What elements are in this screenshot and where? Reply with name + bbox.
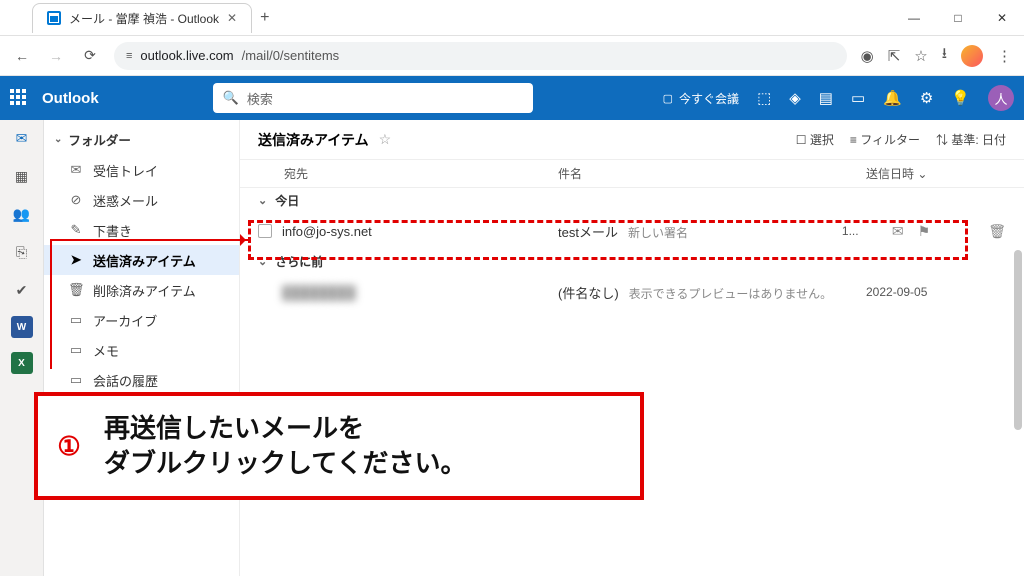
profile-avatar[interactable] — [961, 45, 983, 67]
callout-text: 再送信したいメールを ダブルクリックしてください。 — [104, 411, 466, 481]
site-settings-icon[interactable]: ≡ — [126, 50, 132, 62]
row-preview: 表示できるプレビューはありません。 — [629, 285, 832, 302]
outlook-favicon — [47, 11, 61, 25]
left-rail: ✉ ▦ 👥 ⎘ ✔ W X — [0, 120, 44, 576]
folder-icon: ▭ — [68, 372, 84, 388]
rail-word-icon[interactable]: W — [11, 316, 33, 338]
junk-icon: ⊘ — [68, 192, 84, 208]
download-icon[interactable]: ⭳ — [942, 43, 947, 68]
row-preview: 新しい署名 — [628, 224, 688, 241]
row-checkbox[interactable] — [258, 224, 272, 238]
app-launcher-icon[interactable] — [10, 89, 28, 107]
chat-icon[interactable]: ▭ — [851, 89, 865, 107]
eye-icon[interactable]: ◉ — [861, 47, 874, 65]
row-date: 2022-09-05 — [866, 285, 1006, 299]
notifications-icon[interactable]: 🔔 — [883, 89, 902, 107]
search-placeholder: 検索 — [247, 89, 273, 108]
select-toggle[interactable]: ☐ 選択 — [796, 131, 834, 148]
rail-files-icon[interactable]: ⎘ — [10, 240, 34, 264]
instruction-callout: ① 再送信したいメールを ダブルクリックしてください。 — [34, 392, 644, 500]
inbox-icon: ✉ — [68, 162, 84, 178]
tab-title: メール - 當摩 禎浩 - Outlook — [69, 10, 219, 27]
search-input[interactable]: 🔍 検索 — [213, 83, 533, 113]
nav-reload[interactable]: ⟳ — [80, 47, 100, 64]
rail-calendar-icon[interactable]: ▦ — [10, 164, 34, 188]
row-subject: (件名なし) — [558, 283, 619, 302]
annotation-arrow — [50, 239, 250, 241]
group-today[interactable]: 今日 — [240, 188, 1024, 213]
group-older[interactable]: さらに前 — [240, 249, 1024, 274]
meet-now-button[interactable]: 今すぐ会議 — [663, 90, 739, 107]
row-to: info@jo-sys.net — [282, 224, 558, 239]
filter-button[interactable]: ≡ フィルター — [850, 131, 920, 148]
url-host: outlook.live.com — [140, 48, 233, 63]
sidebar-item-inbox[interactable]: ✉受信トレイ — [44, 155, 239, 185]
premium-icon[interactable]: ◈ — [789, 89, 801, 107]
sort-button[interactable]: ⇅ 基準: 日付 — [936, 131, 1006, 148]
sent-icon: ➤ — [68, 252, 84, 268]
column-to[interactable]: 宛先 — [258, 165, 558, 182]
sidebar-item-notes[interactable]: ▭メモ — [44, 335, 239, 365]
message-row[interactable]: info@jo-sys.net testメール新しい署名 1... ✉ ⚑ 🗑 — [240, 213, 1024, 249]
settings-gear-icon[interactable]: ⚙ — [920, 89, 933, 107]
rail-excel-icon[interactable]: X — [11, 352, 33, 374]
window-close[interactable]: ✕ — [980, 0, 1024, 36]
rail-people-icon[interactable]: 👥 — [10, 202, 34, 226]
rail-mail-icon[interactable]: ✉ — [10, 126, 34, 150]
folders-label: フォルダー — [68, 130, 131, 149]
flag-icon[interactable]: ⚑ — [918, 223, 931, 240]
tab-close-icon[interactable]: ✕ — [227, 11, 237, 25]
favorite-star-icon[interactable]: ☆ — [379, 131, 392, 148]
scrollbar-thumb[interactable] — [1014, 250, 1022, 430]
kebab-menu-icon[interactable]: ⋮ — [997, 47, 1012, 65]
tips-icon[interactable]: 💡 — [951, 89, 970, 107]
window-maximize[interactable]: □ — [936, 0, 980, 36]
nav-back[interactable]: ← — [12, 48, 32, 64]
folder-sidebar: ⌄ フォルダー ✉受信トレイ ⊘迷惑メール ✎下書き ➤送信済みアイテム 🗑削除… — [44, 120, 240, 576]
drafts-icon: ✎ — [68, 222, 84, 238]
callout-step-number: ① — [48, 425, 90, 467]
address-bar[interactable]: ≡ outlook.live.com/mail/0/sentitems — [114, 42, 847, 70]
brand-label: Outlook — [42, 90, 99, 107]
sidebar-item-conversation-history[interactable]: ▭会話の履歴 — [44, 365, 239, 395]
delete-icon[interactable]: 🗑 — [988, 223, 1006, 240]
mark-read-icon[interactable]: ✉ — [892, 223, 904, 240]
list-title: 送信済みアイテム — [258, 130, 369, 150]
search-icon: 🔍 — [223, 90, 239, 106]
url-path: /mail/0/sentitems — [242, 48, 340, 63]
row-subject: testメール — [558, 222, 618, 241]
sidebar-item-archive[interactable]: ▭アーカイブ — [44, 305, 239, 335]
sidebar-item-junk[interactable]: ⊘迷惑メール — [44, 185, 239, 215]
new-tab-button[interactable]: + — [260, 9, 269, 27]
sidebar-item-sent[interactable]: ➤送信済みアイテム — [44, 245, 239, 275]
column-subject[interactable]: 件名 — [558, 165, 866, 182]
column-date[interactable]: 送信日時 ⌄ — [866, 165, 1006, 182]
row-to: ████████ — [282, 285, 558, 300]
nav-forward[interactable]: → — [46, 48, 66, 64]
rail-todo-icon[interactable]: ✔ — [10, 278, 34, 302]
sidebar-item-deleted[interactable]: 🗑削除済みアイテム — [44, 275, 239, 305]
chevron-down-icon: ⌄ — [54, 134, 62, 145]
calendar-peek-icon[interactable]: ▤ — [819, 89, 833, 107]
notes-icon: ▭ — [68, 342, 84, 358]
message-list-pane: 送信済みアイテム ☆ ☐ 選択 ≡ フィルター ⇅ 基準: 日付 宛先 件名 送… — [240, 120, 1024, 576]
folders-header[interactable]: ⌄ フォルダー — [44, 124, 239, 155]
window-minimize[interactable]: — — [892, 0, 936, 36]
teams-icon[interactable]: ⬚ — [757, 89, 771, 107]
row-date: 1... — [842, 224, 892, 238]
translate-icon[interactable]: ⇱ — [888, 47, 901, 65]
browser-tab[interactable]: メール - 當摩 禎浩 - Outlook ✕ — [32, 3, 252, 33]
archive-icon: ▭ — [68, 312, 84, 328]
message-row[interactable]: ████████ (件名なし) 表示できるプレビューはありません。 2022-09… — [240, 274, 1024, 310]
bookmark-star-icon[interactable]: ☆ — [914, 47, 927, 65]
trash-icon: 🗑 — [68, 282, 84, 298]
account-avatar[interactable]: 人 — [988, 85, 1014, 111]
